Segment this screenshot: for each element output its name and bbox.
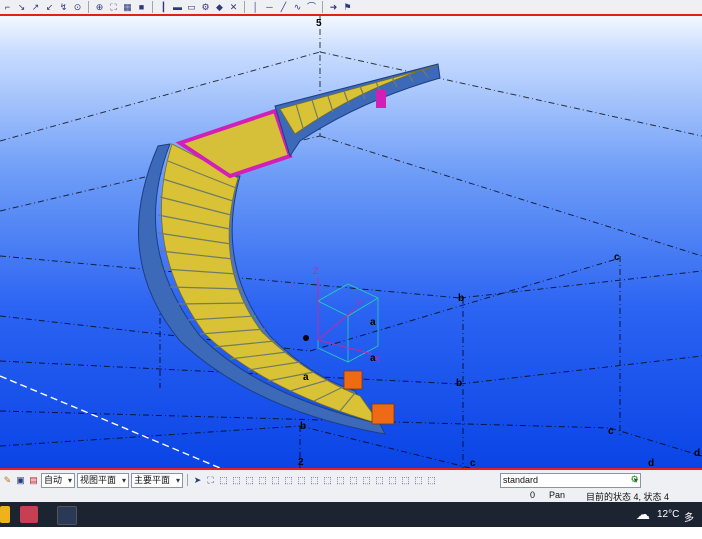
- grid-label: d: [648, 458, 654, 468]
- render-icon[interactable]: ▦: [122, 2, 133, 13]
- model-drawing: Z Y X 5 b c a a a b b c 2 c d d: [0, 16, 702, 468]
- status-mode: Pan: [549, 490, 566, 500]
- grid-label: a: [370, 353, 376, 364]
- snap-line-icon[interactable]: ⬚: [426, 475, 437, 486]
- plate-icon[interactable]: ▭: [186, 2, 197, 13]
- bar-icon[interactable]: │: [250, 2, 261, 13]
- bolt-icon[interactable]: ⚙: [200, 2, 211, 13]
- select-part-icon[interactable]: ⬚: [218, 475, 229, 486]
- snap-center-icon[interactable]: ⬚: [374, 475, 385, 486]
- view-icon[interactable]: ⛶: [108, 2, 119, 13]
- landing-cap: [376, 90, 386, 108]
- auto-select-combo[interactable]: 自动: [41, 472, 76, 488]
- grid-label: d: [694, 448, 700, 459]
- column-icon[interactable]: ┃: [158, 2, 169, 13]
- taskbar: ☁ 12°C 多云: [0, 502, 702, 539]
- grid-label: a: [303, 372, 309, 383]
- weather-icon[interactable]: ☁: [636, 506, 650, 523]
- snap-end-icon[interactable]: ⬚: [361, 475, 372, 486]
- select-filter-icon[interactable]: ⛶: [205, 475, 216, 486]
- select-component-icon[interactable]: ⬚: [257, 475, 268, 486]
- weather-desc: 多云: [684, 513, 694, 539]
- bottom-toolbar: ✎ ▣ ▤ 自动 视图平面 主要平面 ➤ ⛶ ⬚ ⬚ ⬚ ⬚ ⬚ ⬚ ⬚ ⬚ ⬚…: [0, 468, 702, 502]
- toolbar-separator: [322, 1, 323, 13]
- pipe-icon[interactable]: ╱: [278, 2, 289, 13]
- tool-icon[interactable]: ✎: [2, 475, 13, 486]
- line-tool-icon[interactable]: ↘: [16, 2, 27, 13]
- top-toolbar: ⌐ ↘ ↗ ↙ ↯ ⊙ ⊕ ⛶ ▦ ■ ┃ ▬ ▭ ⚙ ◆ ✕ │ ─ ╱ ∿ ⌒ ➜ ⚑: [0, 0, 702, 16]
- grid-label: 5: [316, 18, 322, 29]
- axis-label-y: Y: [356, 298, 362, 308]
- snap-point-icon[interactable]: ⬚: [348, 475, 359, 486]
- snap-center-icon[interactable]: ⊙: [72, 2, 83, 13]
- y-axis: [317, 307, 357, 341]
- select-plane-icon[interactable]: ⬚: [322, 475, 333, 486]
- layer-icon[interactable]: ▣: [15, 475, 26, 486]
- grid-label: b: [300, 421, 306, 432]
- taskbar-app-icon[interactable]: [57, 506, 77, 525]
- status-bar: 0 Pan 目前的状态 4, 状态 4: [0, 489, 702, 502]
- snap-mid-icon[interactable]: ⬚: [387, 475, 398, 486]
- arrow-icon[interactable]: ➜: [328, 2, 339, 13]
- grid-label: a: [370, 317, 376, 328]
- polybeam-icon[interactable]: ⌒: [306, 2, 317, 13]
- select-reference-icon[interactable]: ⬚: [335, 475, 346, 486]
- view-plane-combo[interactable]: 视图平面: [77, 472, 130, 488]
- standard-combo[interactable]: standard: [500, 473, 641, 488]
- snap-midpoint-icon[interactable]: ↯: [58, 2, 69, 13]
- coordinate-gizmo[interactable]: [317, 283, 379, 363]
- line-icon[interactable]: ─: [264, 2, 275, 13]
- select-point-icon[interactable]: ⬚: [309, 475, 320, 486]
- snap-intersection-icon[interactable]: ⬚: [400, 475, 411, 486]
- select-bolt-icon[interactable]: ⬚: [270, 475, 281, 486]
- snap-perpendicular-icon[interactable]: ⬚: [413, 475, 424, 486]
- select-weld-icon[interactable]: ⬚: [283, 475, 294, 486]
- grid-label: c: [608, 426, 614, 437]
- model-viewport[interactable]: Z Y X 5 b c a a a b b c 2 c d d: [0, 16, 702, 468]
- binoculars-icon[interactable]: ⊕: [94, 2, 105, 13]
- weather-temp: 12°C: [657, 509, 680, 520]
- box-icon[interactable]: ■: [136, 2, 147, 13]
- weld-icon[interactable]: ◆: [214, 2, 225, 13]
- snap-icon[interactable]: ⌐: [2, 2, 13, 13]
- grid-line-white: [0, 375, 221, 468]
- select-grid-icon[interactable]: ⬚: [296, 475, 307, 486]
- taskbar-app-icon[interactable]: [0, 506, 10, 523]
- grid-label: 2: [298, 457, 304, 468]
- origin-marker: [303, 335, 309, 341]
- select-object-icon[interactable]: ⬚: [244, 475, 255, 486]
- axis-label-z: Z: [313, 266, 319, 276]
- flag-icon[interactable]: ⚑: [342, 2, 353, 13]
- select-arrow-icon[interactable]: ➤: [192, 475, 203, 486]
- outer-end-cap: [371, 403, 395, 425]
- settings-icon[interactable]: ⚙: [629, 474, 640, 485]
- spline-icon[interactable]: ∿: [292, 2, 303, 13]
- select-assembly-icon[interactable]: ⬚: [231, 475, 242, 486]
- grid-label: b: [456, 378, 462, 389]
- primary-plane-combo[interactable]: 主要平面: [131, 472, 184, 488]
- point-tool-icon[interactable]: ↙: [44, 2, 55, 13]
- spiral-stair[interactable]: [137, 16, 454, 435]
- explode-icon[interactable]: ✕: [228, 2, 239, 13]
- inner-end-cap: [343, 370, 363, 390]
- taskbar-app-icon[interactable]: [20, 506, 38, 523]
- toolbar-separator: [88, 1, 89, 13]
- chart-icon[interactable]: ▤: [28, 475, 39, 486]
- grid-label: b: [458, 293, 464, 304]
- toolbar-separator: [152, 1, 153, 13]
- toolbar-separator: [244, 1, 245, 13]
- grid-label: c: [614, 252, 620, 263]
- separator: [187, 474, 189, 486]
- status-value: 0: [530, 490, 536, 500]
- grid-label: c: [470, 458, 476, 468]
- beam-icon[interactable]: ▬: [172, 2, 183, 13]
- arc-tool-icon[interactable]: ↗: [30, 2, 41, 13]
